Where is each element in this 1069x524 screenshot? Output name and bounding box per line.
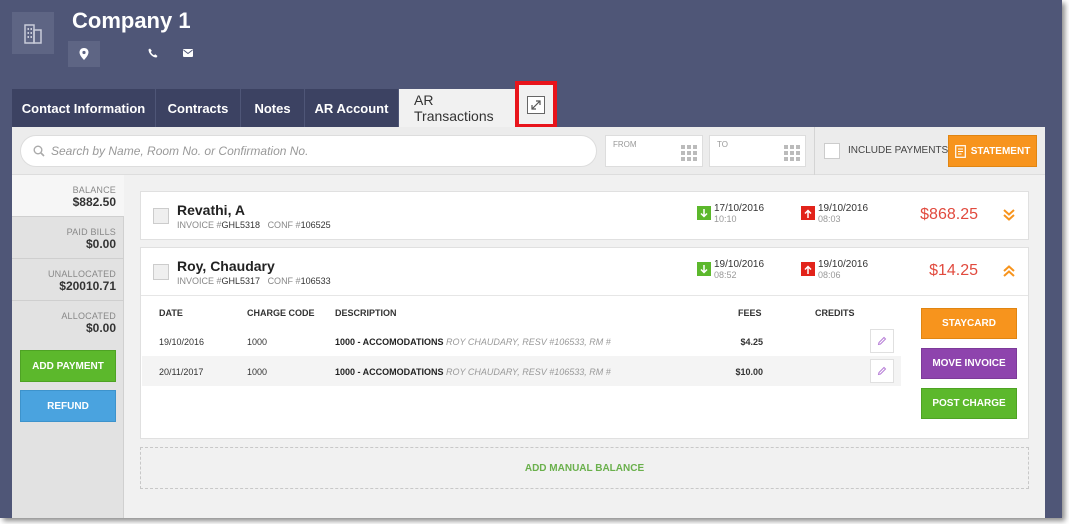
- pencil-icon: [877, 336, 887, 346]
- invoice-checkbox[interactable]: [153, 264, 169, 280]
- invoice-number: GHL5318: [221, 220, 261, 230]
- expand-button[interactable]: [527, 95, 545, 114]
- tab-notes[interactable]: Notes: [241, 89, 305, 127]
- invoice-amount: $14.25: [929, 262, 978, 279]
- content-panel: FROM TO INCLUDE PAYMENTS STATEMENT BAL: [12, 127, 1045, 518]
- staycard-button[interactable]: STAYCARD: [921, 308, 1017, 339]
- row-date: 19/10/2016: [159, 337, 205, 347]
- col-charge-code: CHARGE CODE: [247, 308, 315, 318]
- invoice-header[interactable]: Revathi, A INVOICE #GHL5318 CONF #106525…: [141, 192, 1028, 240]
- row-fees: $4.25: [740, 337, 763, 347]
- conf-number: 106525: [300, 220, 331, 230]
- from-date-label: FROM: [613, 140, 637, 149]
- calendar-icon[interactable]: [681, 145, 697, 161]
- guest-name: Roy, Chaudary: [177, 258, 275, 274]
- allocated-value: $0.00: [85, 321, 116, 335]
- unallocated-summary: UNALLOCATED $20010.71: [12, 259, 124, 301]
- to-date-field[interactable]: TO: [709, 135, 806, 167]
- balance-sidebar: BALANCE $882.50 PAID BILLS $0.00 UNALLOC…: [12, 175, 124, 518]
- col-credits: CREDITS: [815, 308, 855, 318]
- invoice-checkbox[interactable]: [153, 208, 169, 224]
- divider: [814, 127, 815, 175]
- invoice-card: Revathi, A INVOICE #GHL5318 CONF #106525…: [140, 191, 1029, 240]
- balance-label: BALANCE: [72, 185, 116, 195]
- pencil-icon: [877, 366, 887, 376]
- add-payment-button[interactable]: ADD PAYMENT: [20, 350, 116, 382]
- expand-highlight: [515, 81, 557, 128]
- calendar-icon[interactable]: [784, 145, 800, 161]
- unallocated-label: UNALLOCATED: [47, 269, 116, 279]
- from-date-field[interactable]: FROM: [605, 135, 703, 167]
- tab-bar: Contact Information Contracts Notes AR A…: [12, 89, 517, 127]
- search-box[interactable]: [20, 135, 597, 167]
- location-pin-icon: [79, 48, 89, 60]
- paid-bills-value: $0.00: [85, 237, 116, 251]
- allocated-summary: ALLOCATED $0.00: [12, 301, 124, 343]
- row-charge-code: 1000: [247, 337, 268, 347]
- row-fees: $10.00: [735, 367, 763, 377]
- filter-toolbar: FROM TO INCLUDE PAYMENTS STATEMENT: [12, 127, 1045, 175]
- balance-summary: BALANCE $882.50: [12, 175, 124, 217]
- invoice-amount: $868.25: [920, 206, 978, 223]
- row-date: 20/11/2017: [159, 367, 204, 377]
- location-button[interactable]: [68, 41, 100, 67]
- row-charge-code: 1000: [247, 367, 268, 377]
- guest-name: Revathi, A: [177, 202, 245, 218]
- move-invoice-button[interactable]: MOVE INVOICE: [921, 348, 1017, 379]
- search-input[interactable]: [51, 144, 571, 158]
- departure-date: 19/10/2016 08:06: [801, 260, 868, 280]
- arrival-arrow-icon: [697, 206, 711, 220]
- allocated-label: ALLOCATED: [61, 311, 116, 321]
- invoice-card-expanded: Roy, Chaudary INVOICE #GHL5317 CONF #106…: [140, 247, 1029, 439]
- col-description: DESCRIPTION: [335, 308, 397, 318]
- edit-charge-button[interactable]: [870, 359, 894, 383]
- departure-arrow-icon: [801, 262, 815, 276]
- include-payments-checkbox[interactable]: [824, 143, 840, 159]
- tab-contact-information[interactable]: Contact Information: [12, 89, 156, 127]
- mail-icon[interactable]: [182, 47, 194, 59]
- chevron-up-icon[interactable]: [1002, 264, 1016, 278]
- add-manual-balance-button[interactable]: ADD MANUAL BALANCE: [140, 447, 1029, 489]
- include-payments-label: INCLUDE PAYMENTS: [848, 145, 949, 156]
- table-row: 19/10/2016 1000 1000 - ACCOMODATIONS ROY…: [142, 326, 901, 356]
- invoice-number: GHL5317: [221, 276, 261, 286]
- invoice-meta: INVOICE #GHL5318 CONF #106525: [177, 220, 331, 230]
- statement-button[interactable]: STATEMENT: [948, 135, 1037, 167]
- tab-ar-account[interactable]: AR Account: [305, 89, 399, 127]
- departure-arrow-icon: [801, 206, 815, 220]
- col-fees: FEES: [738, 308, 762, 318]
- building-icon: [12, 12, 54, 54]
- company-name: Company 1: [72, 8, 191, 33]
- invoice-meta: INVOICE #GHL5317 CONF #106533: [177, 276, 331, 286]
- invoice-header[interactable]: Roy, Chaudary INVOICE #GHL5317 CONF #106…: [141, 248, 1028, 296]
- expand-icon: [531, 99, 541, 110]
- paid-bills-summary: PAID BILLS $0.00: [12, 217, 124, 259]
- unallocated-value: $20010.71: [59, 279, 116, 293]
- row-description: 1000 - ACCOMODATIONS ROY CHAUDARY, RESV …: [335, 367, 611, 377]
- arrival-date: 19/10/2016 08:52: [697, 260, 764, 280]
- departure-date: 19/10/2016 08:03: [801, 204, 868, 224]
- arrival-date: 17/10/2016 10:10: [697, 204, 764, 224]
- chevron-down-icon[interactable]: [1002, 208, 1016, 222]
- col-date: DATE: [159, 308, 183, 318]
- arrival-arrow-icon: [697, 262, 711, 276]
- post-charge-button[interactable]: POST CHARGE: [921, 388, 1017, 419]
- refund-button[interactable]: REFUND: [20, 390, 116, 422]
- tab-ar-transactions[interactable]: AR Transactions: [399, 89, 517, 127]
- edit-charge-button[interactable]: [870, 329, 894, 353]
- statement-label: STATEMENT: [970, 145, 1031, 157]
- paid-bills-label: PAID BILLS: [66, 227, 116, 237]
- to-date-label: TO: [717, 140, 728, 149]
- tab-contracts[interactable]: Contracts: [156, 89, 241, 127]
- row-description: 1000 - ACCOMODATIONS ROY CHAUDARY, RESV …: [335, 337, 611, 347]
- balance-value: $882.50: [72, 195, 116, 209]
- app-window: Company 1 Contact Information Contracts …: [0, 0, 1062, 518]
- phone-icon[interactable]: [147, 47, 159, 59]
- conf-number: 106533: [300, 276, 331, 286]
- table-row: 20/11/2017 1000 1000 - ACCOMODATIONS ROY…: [142, 356, 901, 386]
- search-icon: [33, 145, 45, 157]
- statement-icon: [954, 144, 966, 158]
